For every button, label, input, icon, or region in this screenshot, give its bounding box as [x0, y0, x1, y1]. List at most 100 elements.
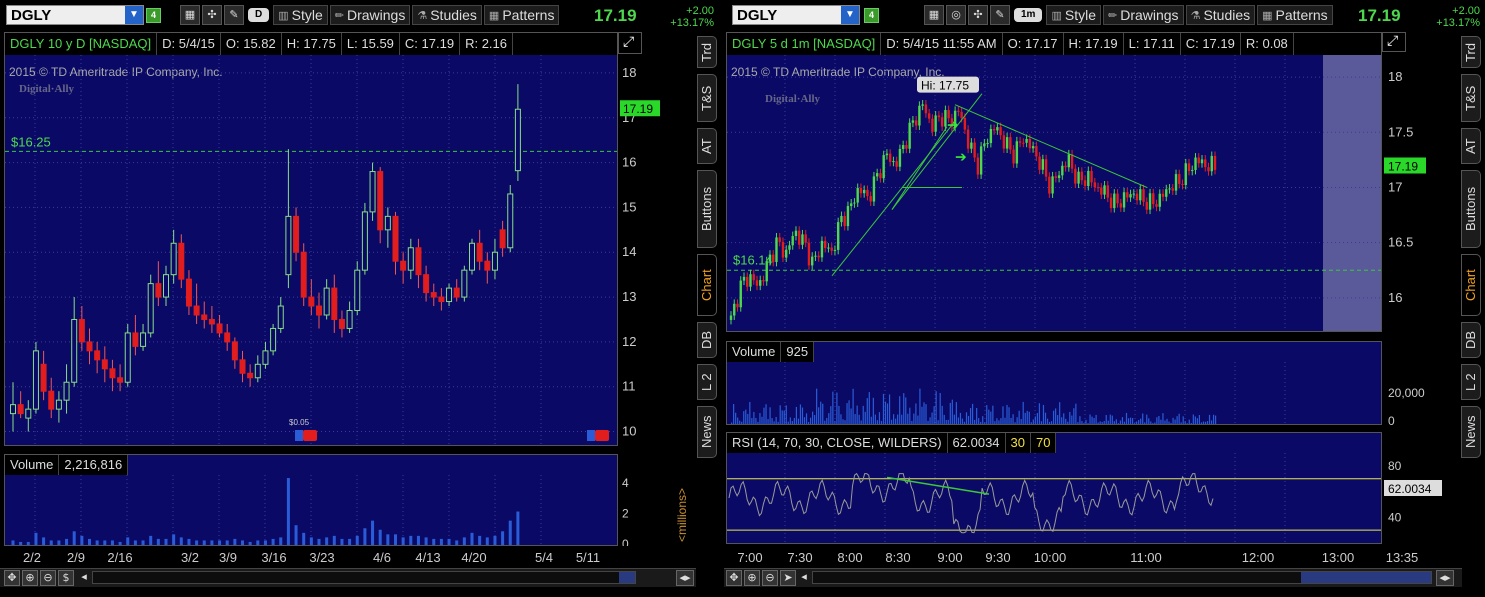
side-tab-trd[interactable]: Trd — [697, 36, 717, 68]
expand-horizontal-icon[interactable]: ◂▸ — [676, 570, 694, 586]
wrench-icon[interactable]: ✎ — [990, 5, 1010, 25]
zoom-in-icon[interactable]: ⊕ — [744, 570, 760, 586]
volume-bar — [1117, 423, 1119, 424]
side-tab-at[interactable]: AT — [1461, 128, 1481, 164]
current-price-text: 17.19 — [623, 102, 653, 116]
price-plot: $16.14➔➔Hi: 17.75 — [727, 55, 1381, 331]
time-tick-label: 8:00 — [837, 550, 862, 565]
side-tab-at[interactable]: AT — [697, 128, 717, 164]
volume-bar — [771, 418, 773, 424]
symbol-selector[interactable]: DGLY ▼ — [6, 5, 144, 25]
style-button[interactable]: ▥ Style — [1046, 5, 1101, 25]
side-tab-db[interactable]: DB — [1461, 322, 1481, 358]
scroll-thumb[interactable] — [619, 572, 635, 583]
candle-body — [963, 117, 967, 130]
volume-bar — [743, 411, 745, 424]
scroll-left-icon[interactable]: ◂ — [798, 570, 810, 586]
horizontal-scrollbar[interactable] — [92, 571, 636, 584]
link-group-badge[interactable]: 4 — [864, 8, 879, 23]
volume-bar — [951, 399, 953, 424]
refresh-icon[interactable]: ◎ — [946, 5, 966, 25]
candle-body — [966, 129, 970, 149]
candle-body — [1054, 176, 1058, 178]
candle-body — [1090, 170, 1093, 183]
volume-bar — [1170, 422, 1172, 424]
rsi-pane[interactable]: RSI (14, 70, 30, CLOSE, WILDERS) 62.0034… — [726, 432, 1382, 544]
pan-icon[interactable]: ✥ — [726, 570, 742, 586]
aggregation-button[interactable]: 1m — [1014, 8, 1043, 22]
wrench-icon[interactable]: ✎ — [224, 5, 244, 25]
side-tab-chart[interactable]: Chart — [1461, 254, 1481, 316]
chevron-down-icon[interactable]: ▼ — [125, 6, 143, 24]
price-chart[interactable]: DGLY 5 d 1m [NASDAQ] D: 5/4/15 11:55 AM … — [726, 32, 1382, 332]
candle-body — [940, 117, 944, 127]
candle-body — [499, 229, 506, 249]
side-tab-buttons[interactable]: Buttons — [697, 170, 717, 248]
volume-bar — [761, 416, 763, 424]
side-tab-news[interactable]: News — [1461, 406, 1481, 458]
volume-bar — [1210, 420, 1213, 424]
side-tab-l2[interactable]: L 2 — [1461, 364, 1481, 400]
side-tab-l2[interactable]: L 2 — [697, 364, 717, 400]
header-close: C: 17.19 — [1181, 33, 1241, 55]
drawings-button[interactable]: ✏ Drawings — [1102, 5, 1184, 25]
volume-bar — [1038, 403, 1041, 424]
drawings-button[interactable]: ✏ Drawings — [329, 5, 411, 25]
crosshair-icon[interactable]: ✣ — [202, 5, 222, 25]
volume-units-label: <millions> — [675, 488, 689, 542]
time-tick-label: 13:35 — [1386, 550, 1419, 565]
side-tab-db[interactable]: DB — [697, 322, 717, 358]
style-button[interactable]: ▥ Style — [273, 5, 328, 25]
price-chart[interactable]: DGLY 10 y D [NASDAQ] D: 5/4/15 O: 15.82 … — [4, 32, 618, 446]
candle-body — [1009, 137, 1012, 150]
candle-body — [147, 283, 154, 334]
dollar-icon[interactable]: $ — [58, 570, 74, 586]
link-group-badge[interactable]: 4 — [146, 8, 161, 23]
chart-header: DGLY 10 y D [NASDAQ] D: 5/4/15 O: 15.82 … — [5, 33, 617, 55]
volume-bar — [826, 417, 828, 424]
zoom-out-icon[interactable]: ⊖ — [762, 570, 778, 586]
candle-body — [1207, 167, 1210, 172]
candle-body — [170, 242, 177, 276]
patterns-icon: ▦ — [488, 9, 500, 22]
extended-hours-shading — [1323, 55, 1381, 331]
volume-bar — [42, 537, 46, 545]
volume-bar — [949, 402, 951, 424]
chart-settings-icon[interactable]: ▦ — [924, 5, 944, 25]
side-tab-ts[interactable]: T&S — [1461, 74, 1481, 122]
patterns-button[interactable]: ▦ Patterns — [483, 5, 560, 25]
side-tab-ts[interactable]: T&S — [697, 74, 717, 122]
volume-bar — [1006, 404, 1008, 424]
pan-icon[interactable]: ✥ — [4, 570, 20, 586]
studies-button[interactable]: ⚗ Studies — [1185, 5, 1256, 25]
scroll-thumb[interactable] — [1301, 572, 1431, 583]
zoom-out-icon[interactable]: ⊖ — [40, 570, 56, 586]
volume-pane[interactable]: Volume 2,216,816 — [4, 454, 618, 546]
symbol-selector[interactable]: DGLY ▼ — [732, 5, 860, 25]
expand-horizontal-icon[interactable]: ◂▸ — [1436, 570, 1454, 586]
expand-chart-button[interactable]: ⤢ — [618, 32, 642, 54]
aggregation-button[interactable]: D — [248, 8, 270, 22]
studies-button[interactable]: ⚗ Studies — [412, 5, 482, 25]
chevron-down-icon[interactable]: ▼ — [841, 6, 859, 24]
horizontal-scrollbar[interactable] — [812, 571, 1432, 584]
side-tab-buttons[interactable]: Buttons — [1461, 170, 1481, 248]
candle-body — [1135, 193, 1139, 201]
side-tab-trd[interactable]: Trd — [1461, 36, 1481, 68]
side-tab-news[interactable]: News — [697, 406, 717, 458]
candle-body — [1038, 156, 1041, 170]
volume-bar — [957, 417, 960, 424]
chart-settings-icon[interactable]: ▦ — [180, 5, 200, 25]
scroll-left-icon[interactable]: ◂ — [78, 570, 90, 586]
style-label: Style — [1064, 7, 1096, 23]
candle-body — [768, 254, 772, 262]
patterns-button[interactable]: ▦ Patterns — [1257, 5, 1333, 25]
crosshair-icon[interactable]: ✣ — [968, 5, 988, 25]
expand-chart-button[interactable]: ⤢ — [1382, 32, 1406, 52]
candle-body — [224, 332, 231, 343]
volume-pane[interactable]: Volume 925 — [726, 341, 1382, 425]
volume-bar — [781, 410, 783, 424]
zoom-in-icon[interactable]: ⊕ — [22, 570, 38, 586]
side-tab-chart[interactable]: Chart — [697, 254, 717, 316]
cursor-icon[interactable]: ➤ — [780, 570, 796, 586]
